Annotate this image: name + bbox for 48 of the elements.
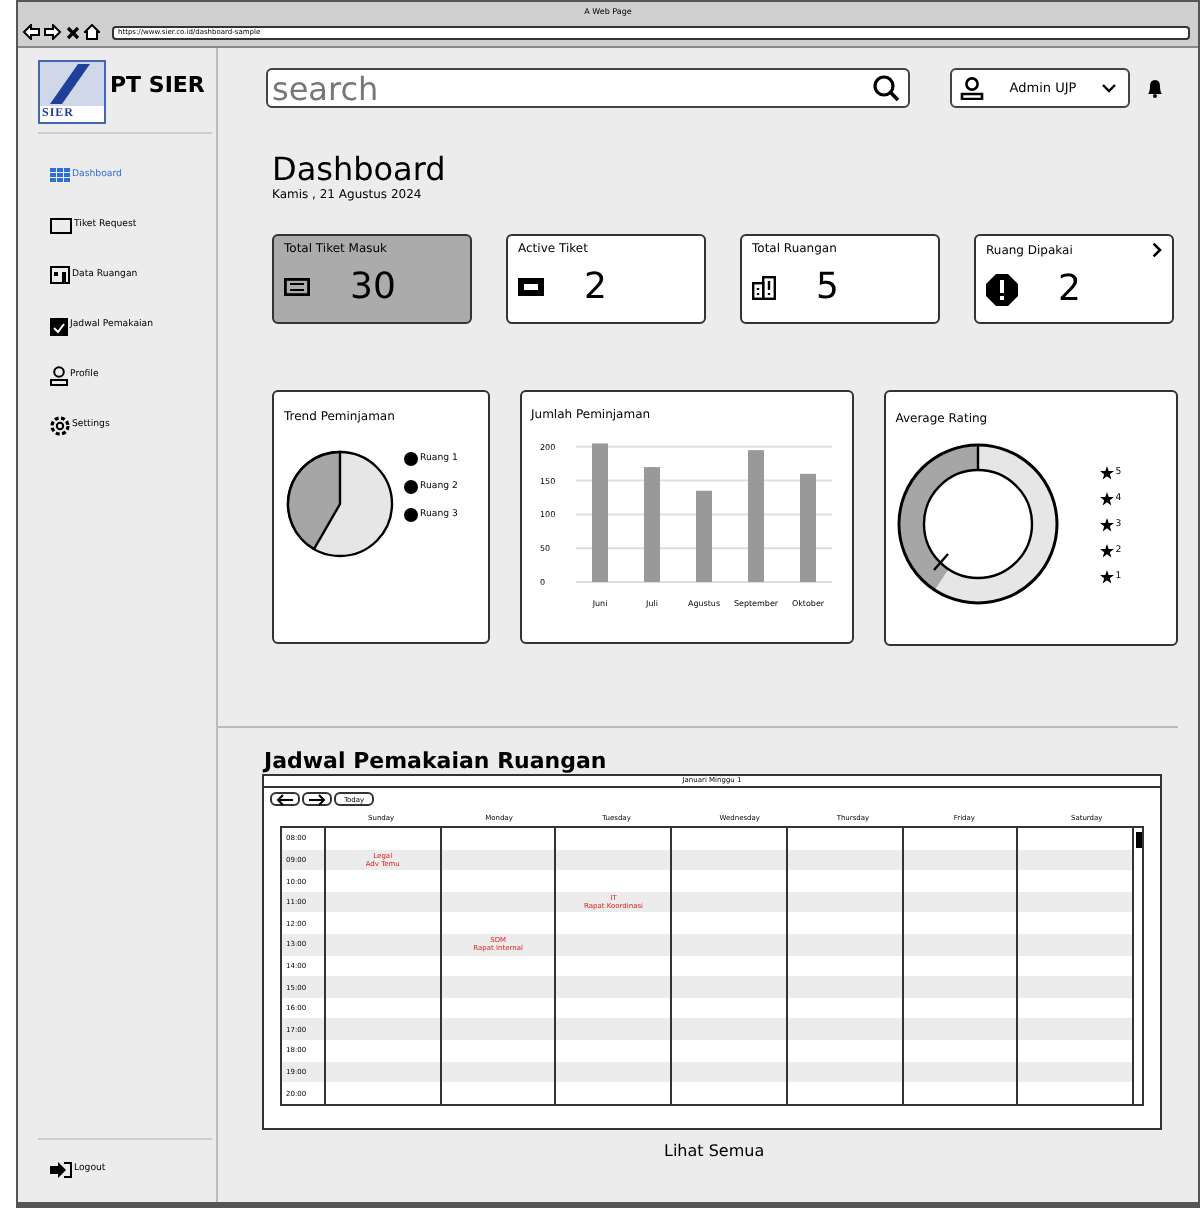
bar [643, 467, 659, 582]
page-title: Dashboard [272, 152, 448, 188]
caret-icon [1101, 83, 1116, 93]
settings-icon [50, 415, 70, 435]
star-icon [1099, 569, 1114, 583]
section-title: Jadwal Pemakaian Ruangan [264, 748, 609, 774]
stat-value: 2 [584, 266, 607, 308]
ticket-icon [518, 278, 544, 296]
search-field[interactable]: search [266, 68, 910, 108]
stat-value: 2 [1058, 268, 1081, 310]
bar [591, 443, 607, 582]
user-icon [960, 76, 984, 100]
back-icon[interactable] [22, 24, 40, 40]
scrollbar[interactable] [1132, 828, 1142, 1104]
next-button[interactable] [302, 792, 332, 806]
legend-dot-icon [404, 508, 418, 522]
close-icon[interactable] [66, 25, 80, 39]
calendar-icon [50, 315, 68, 335]
star-icon [1099, 517, 1114, 531]
legend-dot-icon [404, 480, 418, 494]
bell-icon[interactable] [1146, 78, 1164, 98]
warning-icon [986, 273, 1018, 305]
legend-dot-icon [404, 452, 418, 466]
chevron-icon[interactable] [1152, 242, 1162, 258]
star-icon [1099, 465, 1114, 479]
grid-icon [50, 168, 70, 182]
stat-value: 5 [816, 266, 839, 308]
left-arrow-icon [276, 793, 294, 805]
logout-icon [50, 1161, 72, 1177]
ticket-icon [50, 217, 72, 233]
bar [695, 490, 711, 582]
search-icon [872, 74, 900, 102]
user-icon [50, 365, 68, 385]
forward-icon[interactable] [44, 24, 62, 40]
stat-value: 30 [350, 266, 396, 308]
star-icon [1099, 491, 1114, 505]
previous-button[interactable] [270, 792, 300, 806]
home-icon[interactable] [84, 24, 100, 40]
bar [799, 473, 815, 582]
bar [747, 450, 763, 582]
star-icon [1099, 543, 1114, 557]
brand-name: PT SIER [110, 72, 207, 98]
logo-icon [38, 60, 106, 124]
ticket-icon [284, 278, 310, 296]
see-all-link[interactable]: Lihat Semua [664, 1142, 765, 1160]
right-arrow-icon [308, 793, 326, 805]
building-icon [752, 275, 776, 299]
building-icon [50, 266, 70, 284]
